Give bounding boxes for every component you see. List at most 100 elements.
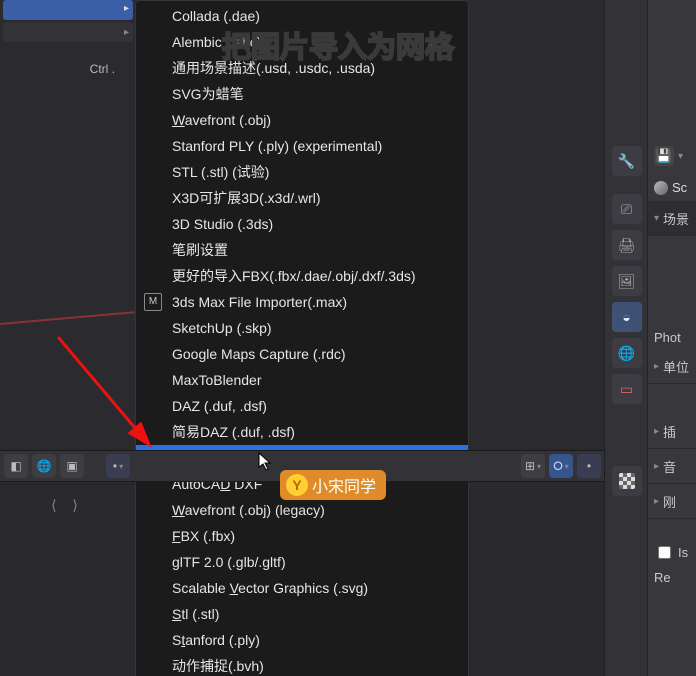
panel-section-units[interactable]: ▸ 单位 [648, 349, 696, 384]
section-label: 场景 [663, 209, 689, 228]
menu-item-label: Google Maps Capture (.rdc) [172, 341, 346, 367]
menu-item-label: Stanford (.ply) [172, 627, 260, 653]
import-menu-item[interactable]: SketchUp (.skp) [136, 315, 468, 341]
tool-dropdown-2[interactable]: • [577, 454, 601, 478]
panel-section-plugin[interactable]: ▸ 插 [648, 414, 696, 449]
section-label: 音 [663, 457, 676, 476]
section-label: 插 [663, 422, 676, 441]
menu-item-label: X3D可扩展3D(.x3d/.wrl) [172, 185, 321, 211]
import-menu-item[interactable]: X3D可扩展3D(.x3d/.wrl) [136, 185, 468, 211]
import-menu: Collada (.dae)Alembic (.abc)通用场景描述(.usd,… [135, 0, 469, 676]
menu-item-label: Alembic (.abc) [172, 29, 261, 55]
panel-section-scene[interactable]: ▾ 场景 [648, 201, 696, 236]
menu-item-label: Stanford PLY (.ply) (experimental) [172, 133, 382, 159]
scene-selector[interactable]: Sc [648, 174, 696, 201]
chevron-right-icon: ▸ [654, 496, 659, 507]
re-row[interactable]: Re [648, 566, 696, 589]
orientation-icon[interactable]: ⭘▾ [549, 454, 573, 478]
parent-menu-item[interactable] [3, 22, 133, 42]
menu-item-label: 更好的导入FBX(.fbx/.dae/.obj/.dxf/.3ds) [172, 263, 416, 289]
parent-menu-import[interactable] [3, 0, 133, 20]
menu-item-label: 笔刷设置 [172, 237, 228, 263]
menu-item-label: STL (.stl) (试验) [172, 159, 269, 185]
save-icon[interactable]: 💾 [654, 146, 674, 166]
timeline-nav[interactable]: ⟨ ⟩ [0, 484, 135, 525]
import-menu-item[interactable]: 笔刷设置 [136, 237, 468, 263]
import-menu-item[interactable]: Collada (.dae) [136, 3, 468, 29]
tool-icon[interactable]: 🔧 [612, 146, 642, 176]
mode-button[interactable]: ◧ [4, 454, 28, 478]
import-menu-item[interactable]: Stanford (.ply) [136, 627, 468, 653]
globe-icon[interactable]: 🌐 [32, 454, 56, 478]
layers-icon[interactable]: ▣ [60, 454, 84, 478]
panel-section-audio[interactable]: ▸ 音 [648, 449, 696, 484]
properties-panel: 💾 ▾ Sc ▾ 场景 Phot ▸ 单位 ▸ 插 ▸ 音 ▸ 刚 [647, 0, 696, 676]
photo-label: Phot [654, 330, 681, 345]
menu-item-label: Wavefront (.obj) [172, 107, 271, 133]
collection-tab-icon[interactable]: ▭ [612, 374, 642, 404]
import-menu-item[interactable]: Stanford PLY (.ply) (experimental) [136, 133, 468, 159]
menu-item-label: MaxToBlender [172, 367, 262, 393]
author-avatar-icon: Y [286, 474, 308, 496]
snap-grid-icon[interactable]: ⊞▾ [521, 454, 545, 478]
import-menu-item[interactable]: SVG为蜡笔 [136, 81, 468, 107]
menu-item-label: glTF 2.0 (.glb/.gltf) [172, 549, 286, 575]
import-menu-item[interactable]: DAZ (.duf, .dsf) [136, 393, 468, 419]
import-menu-item[interactable]: 3D Studio (.3ds) [136, 211, 468, 237]
panel-section-rigid[interactable]: ▸ 刚 [648, 484, 696, 519]
menu-item-label: Scalable Vector Graphics (.svg) [172, 575, 368, 601]
menu-item-label: Collada (.dae) [172, 3, 260, 29]
import-menu-item[interactable]: glTF 2.0 (.glb/.gltf) [136, 549, 468, 575]
scene-label: Sc [672, 180, 687, 195]
section-label: 刚 [663, 492, 676, 511]
is-checkbox-row[interactable]: Is [648, 539, 696, 566]
chevron-right-icon: ▸ [654, 461, 659, 472]
app-root: Ctrl . Collada (.dae)Alembic (.abc)通用场景描… [0, 0, 696, 676]
scene-tab-icon[interactable]: ◒ [612, 302, 642, 332]
menu-item-label: Stl (.stl) [172, 601, 219, 627]
menu-item-label: DAZ (.duf, .dsf) [172, 393, 267, 419]
import-menu-item[interactable]: 更好的导入FBX(.fbx/.dae/.obj/.dxf/.3ds) [136, 263, 468, 289]
menu-item-label: 简易DAZ (.duf, .dsf) [172, 419, 295, 445]
section-label: 单位 [663, 357, 689, 376]
texture-tab-icon[interactable] [612, 466, 642, 496]
is-label: Is [678, 545, 688, 560]
import-menu-item[interactable]: STL (.stl) (试验) [136, 159, 468, 185]
output-tab-icon[interactable]: 🖨 [612, 230, 642, 260]
chevron-right-icon: ▸ [654, 426, 659, 437]
author-badge: Y 小宋同学 [280, 470, 386, 500]
chevron-down-icon: ▾ [654, 213, 659, 224]
chevron-right-icon: ▸ [654, 361, 659, 372]
dropdown-caret-icon: ▾ [678, 151, 683, 162]
menu-item-label: SVG为蜡笔 [172, 81, 244, 107]
image-tab-icon[interactable]: 🖼 [612, 266, 642, 296]
menu-item-label: 动作捕捉(.bvh) [172, 653, 264, 676]
import-menu-item[interactable]: Wavefront (.obj) [136, 107, 468, 133]
import-menu-item[interactable]: 动作捕捉(.bvh) [136, 653, 468, 676]
menu-item-label: FBX (.fbx) [172, 523, 235, 549]
import-menu-item[interactable]: 通用场景描述(.usd, .usdc, .usda) [136, 55, 468, 81]
render-tab-icon[interactable]: ⎚ [612, 194, 642, 224]
import-menu-item[interactable]: FBX (.fbx) [136, 523, 468, 549]
is-checkbox[interactable] [658, 546, 671, 559]
world-tab-icon[interactable]: 🌐 [612, 338, 642, 368]
axis-x-line [0, 311, 135, 325]
author-name: 小宋同学 [312, 473, 376, 497]
m-badge-icon: M [144, 293, 162, 311]
menu-item-label: Wavefront (.obj) (legacy) [172, 497, 325, 523]
import-menu-item[interactable]: M 3ds Max File Importer(.max) [136, 289, 468, 315]
import-menu-item[interactable]: Stl (.stl) [136, 601, 468, 627]
import-menu-item[interactable]: Wavefront (.obj) (legacy) [136, 497, 468, 523]
import-menu-item[interactable]: MaxToBlender [136, 367, 468, 393]
menu-item-label: 3ds Max File Importer(.max) [172, 289, 347, 315]
photo-field[interactable]: Phot [648, 326, 696, 349]
scene-icon [654, 181, 668, 195]
nav-arrows-icon: ⟨ ⟩ [51, 497, 84, 514]
re-label: Re [654, 570, 671, 585]
tool-dropdown-1[interactable]: •▾ [106, 454, 130, 478]
import-menu-item[interactable]: Google Maps Capture (.rdc) [136, 341, 468, 367]
import-menu-item[interactable]: Scalable Vector Graphics (.svg) [136, 575, 468, 601]
import-menu-item[interactable]: 简易DAZ (.duf, .dsf) [136, 419, 468, 445]
import-menu-item[interactable]: Alembic (.abc) [136, 29, 468, 55]
shortcut-hint: Ctrl . [3, 58, 133, 80]
